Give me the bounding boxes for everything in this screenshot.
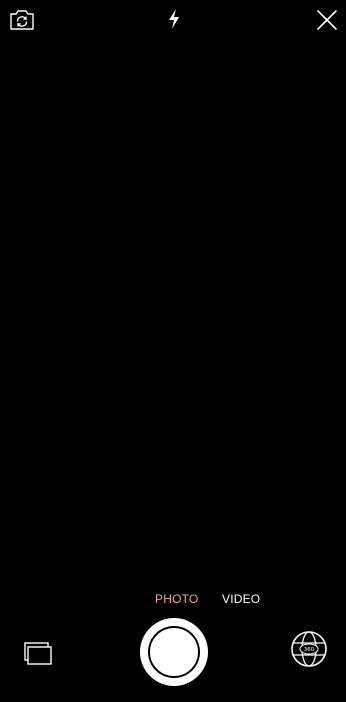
ar-badge-text: 360	[304, 647, 315, 653]
flash-icon[interactable]	[162, 6, 186, 32]
shutter-inner-ring	[148, 626, 200, 678]
globe-360-icon[interactable]: 360	[289, 629, 329, 669]
mode-selector: PHOTO VIDEO	[0, 592, 346, 610]
mode-photo-tab[interactable]: PHOTO	[155, 592, 198, 606]
shutter-button[interactable]	[140, 618, 208, 686]
gallery-icon[interactable]	[20, 638, 54, 668]
close-icon[interactable]	[314, 7, 340, 33]
camera-viewfinder[interactable]	[0, 44, 346, 584]
camera-flip-icon[interactable]	[6, 6, 38, 34]
mode-video-tab[interactable]: VIDEO	[222, 592, 260, 606]
